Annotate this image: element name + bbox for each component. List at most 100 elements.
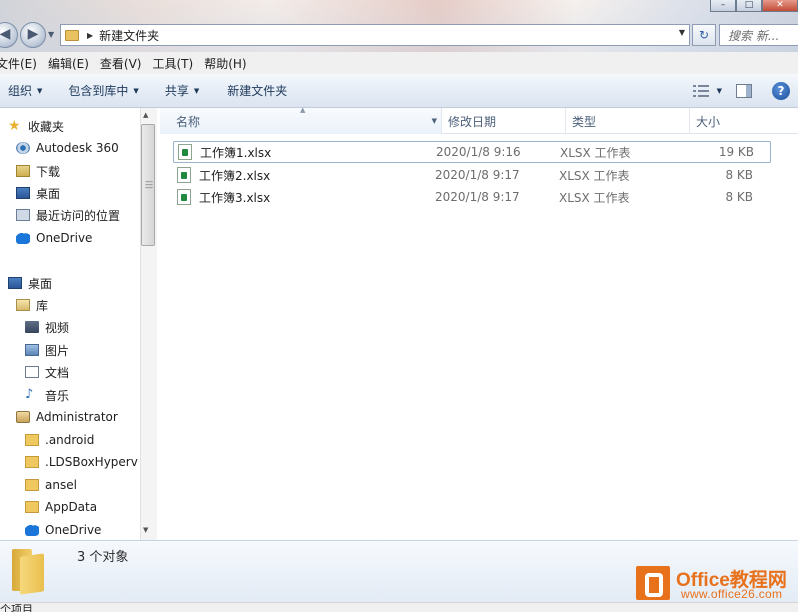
change-view-icon[interactable] bbox=[692, 84, 711, 98]
file-size: 8 KB bbox=[725, 168, 753, 182]
sidebar-item-label: ansel bbox=[45, 478, 77, 492]
folder-icon bbox=[25, 501, 39, 513]
address-bar[interactable]: ▶ 新建文件夹 ▼ bbox=[60, 24, 690, 46]
column-filter-icon[interactable]: ▼ bbox=[432, 117, 437, 125]
menu-view[interactable]: 查看(V) bbox=[100, 55, 146, 72]
column-label: 大小 bbox=[696, 114, 721, 129]
desktop-icon bbox=[16, 187, 30, 199]
libraries-icon bbox=[16, 299, 30, 311]
status-text: 个项目 bbox=[0, 603, 33, 612]
chevron-down-icon: ▼ bbox=[37, 86, 43, 95]
recent-places-icon bbox=[16, 209, 30, 221]
item-count: 3 个对象 bbox=[77, 550, 129, 565]
new-folder-button[interactable]: 新建文件夹 bbox=[219, 82, 295, 99]
close-button[interactable]: ✕ bbox=[762, 0, 798, 12]
file-row[interactable]: 工作簿1.xlsx 2020/1/8 9:16 XLSX 工作表 19 KB bbox=[173, 141, 771, 163]
help-icon[interactable]: ? bbox=[772, 82, 790, 100]
sidebar-item-pictures[interactable]: 图片 bbox=[25, 340, 69, 360]
sidebar-item-videos[interactable]: 视频 bbox=[25, 317, 69, 337]
sidebar-item-appdata[interactable]: AppData bbox=[25, 497, 97, 517]
folder-icon bbox=[25, 434, 39, 446]
sidebar-item-libraries[interactable]: 库 bbox=[16, 295, 48, 315]
column-label: 类型 bbox=[572, 114, 597, 129]
desktop-icon bbox=[8, 277, 22, 289]
sidebar-item-documents[interactable]: 文档 bbox=[25, 362, 69, 382]
folder-icon bbox=[25, 479, 39, 491]
file-date: 2020/1/8 9:17 bbox=[435, 190, 520, 204]
column-header-size[interactable]: 大小 bbox=[690, 108, 798, 134]
star-icon: ★ bbox=[8, 118, 21, 134]
minimize-button[interactable]: – bbox=[710, 0, 736, 12]
view-options-chevron-icon[interactable]: ▼ bbox=[717, 87, 722, 95]
sidebar-item-onedrive[interactable]: OneDrive bbox=[16, 228, 92, 248]
breadcrumb-current-folder[interactable]: 新建文件夹 bbox=[99, 27, 159, 44]
sidebar-item-tree-onedrive[interactable]: OneDrive bbox=[25, 520, 101, 540]
column-header-name[interactable]: ▲ 名称 ▼ bbox=[160, 106, 442, 134]
onedrive-icon bbox=[25, 524, 39, 536]
sidebar-item-ansel[interactable]: ansel bbox=[25, 475, 77, 495]
sidebar-item-desktop[interactable]: 桌面 bbox=[16, 183, 60, 203]
share-label: 共享 bbox=[164, 84, 189, 98]
column-header-type[interactable]: 类型 bbox=[566, 108, 690, 134]
navigation-pane: ★ 收藏夹 Autodesk 360 下载 桌面 最近访问的位置 OneDriv… bbox=[0, 108, 140, 540]
file-row[interactable]: 工作簿2.xlsx 2020/1/8 9:17 XLSX 工作表 8 KB bbox=[173, 164, 771, 186]
file-size: 19 KB bbox=[718, 145, 754, 159]
menu-bar: 文件(E) 编辑(E) 查看(V) 工具(T) 帮助(H) bbox=[0, 52, 798, 74]
forward-button[interactable]: ▶ bbox=[20, 22, 46, 48]
onedrive-icon bbox=[16, 232, 30, 244]
sidebar-item-downloads[interactable]: 下载 bbox=[16, 161, 60, 181]
include-in-library-button[interactable]: 包含到库中 ▼ bbox=[60, 82, 146, 99]
file-row[interactable]: 工作簿3.xlsx 2020/1/8 9:17 XLSX 工作表 8 KB bbox=[173, 186, 771, 208]
file-name: 工作簿1.xlsx bbox=[200, 145, 272, 160]
sidebar-item-label: 最近访问的位置 bbox=[36, 208, 121, 223]
folder-icon bbox=[65, 29, 79, 41]
scroll-up-icon[interactable]: ▲ bbox=[143, 111, 148, 119]
menu-file[interactable]: 文件(E) bbox=[0, 55, 41, 72]
scroll-down-icon[interactable]: ▼ bbox=[143, 526, 148, 534]
breadcrumb-arrow-icon[interactable]: ▶ bbox=[87, 31, 93, 40]
sidebar-item-label: 文档 bbox=[45, 365, 70, 380]
watermark-url: www.office26.com bbox=[681, 587, 783, 601]
office-logo-icon bbox=[636, 566, 670, 600]
sidebar-item-label: 桌面 bbox=[36, 186, 61, 201]
view-controls: ▼ ? bbox=[692, 74, 798, 108]
file-type: XLSX 工作表 bbox=[560, 145, 631, 160]
excel-file-icon bbox=[178, 144, 192, 160]
address-dropdown-icon[interactable]: ▼ bbox=[679, 28, 685, 37]
search-input[interactable]: 搜索 新... bbox=[719, 24, 798, 46]
sidebar-item-label: 音乐 bbox=[45, 388, 70, 403]
sidebar-item-tree-desktop[interactable]: 桌面 bbox=[8, 273, 52, 293]
sidebar-item-administrator[interactable]: Administrator bbox=[16, 407, 118, 427]
window-controls: – □ ✕ bbox=[710, 0, 798, 12]
file-name: 工作簿3.xlsx bbox=[199, 190, 271, 205]
sidebar-item-android[interactable]: .android bbox=[25, 430, 94, 450]
share-button[interactable]: 共享 ▼ bbox=[157, 82, 207, 99]
sidebar-item-favorites[interactable]: ★ 收藏夹 bbox=[8, 116, 64, 136]
organize-button[interactable]: 组织 ▼ bbox=[0, 82, 50, 99]
user-folder-icon bbox=[16, 411, 30, 423]
sidebar-item-label: Autodesk 360 bbox=[36, 141, 119, 155]
recent-pages-dropdown-icon[interactable]: ▼ bbox=[48, 30, 54, 39]
new-folder-label: 新建文件夹 bbox=[227, 84, 288, 98]
documents-icon bbox=[25, 366, 39, 378]
sidebar-item-label: 图片 bbox=[45, 343, 70, 358]
refresh-button[interactable]: ↻ bbox=[692, 24, 716, 46]
sidebar-item-label: 库 bbox=[36, 298, 49, 313]
column-label: 名称 bbox=[176, 114, 201, 129]
preview-pane-icon[interactable] bbox=[736, 84, 752, 98]
include-library-label: 包含到库中 bbox=[68, 84, 129, 98]
sidebar-item-label: 视频 bbox=[45, 320, 70, 335]
menu-help[interactable]: 帮助(H) bbox=[204, 55, 250, 72]
sidebar-item-label: AppData bbox=[45, 500, 98, 514]
maximize-button[interactable]: □ bbox=[736, 0, 762, 12]
sidebar-item-label: 收藏夹 bbox=[28, 119, 65, 134]
sidebar-item-music[interactable]: ♪ 音乐 bbox=[25, 385, 69, 405]
sidebar-item-recent[interactable]: 最近访问的位置 bbox=[16, 205, 120, 225]
sidebar-item-autodesk[interactable]: Autodesk 360 bbox=[16, 138, 119, 158]
menu-tools[interactable]: 工具(T) bbox=[152, 55, 197, 72]
file-type: XLSX 工作表 bbox=[559, 168, 630, 183]
chevron-down-icon: ▼ bbox=[133, 86, 139, 95]
column-header-date[interactable]: 修改日期 bbox=[442, 108, 566, 134]
sidebar-item-ldsboxhyperv[interactable]: .LDSBoxHyperv bbox=[25, 452, 138, 472]
menu-edit[interactable]: 编辑(E) bbox=[48, 55, 93, 72]
